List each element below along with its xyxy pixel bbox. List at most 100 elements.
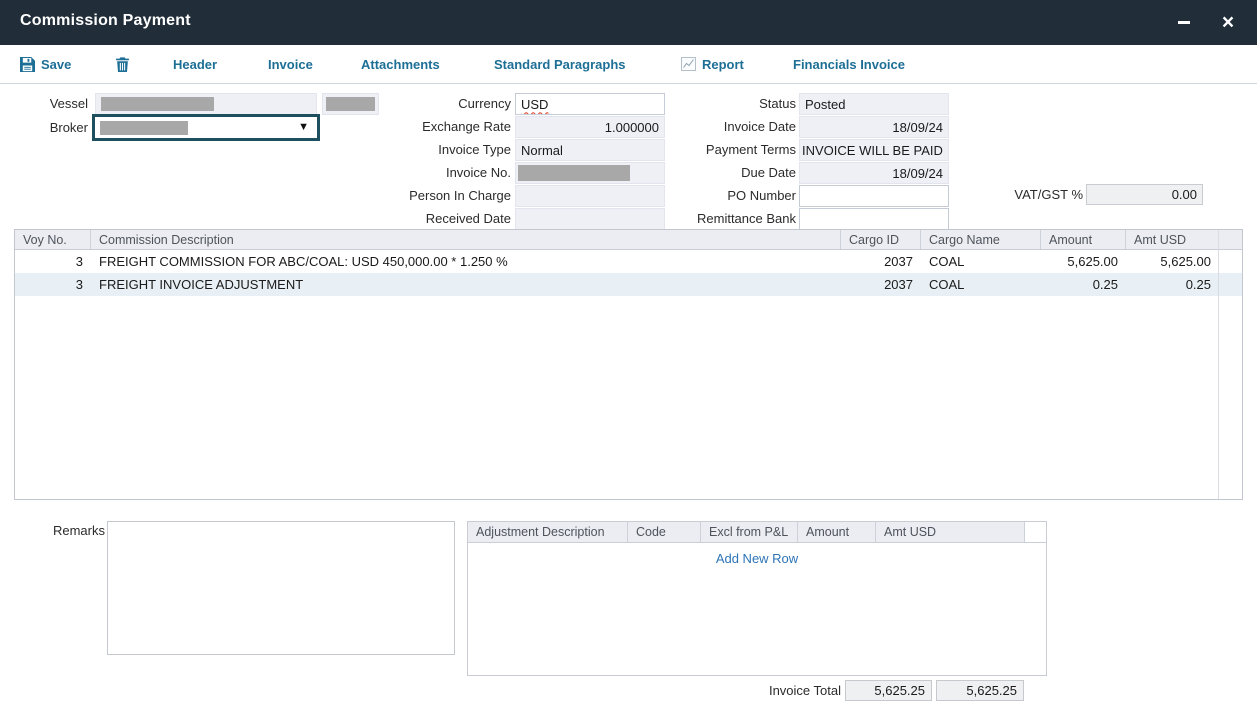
standard-paragraphs-label: Standard Paragraphs — [494, 57, 626, 72]
remarks-label: Remarks — [30, 521, 105, 541]
report-label: Report — [702, 57, 744, 72]
invoice-type-field[interactable]: Normal — [515, 139, 665, 161]
vat-gst-label: VAT/GST % — [943, 184, 1083, 206]
adjustments-table: Adjustment Description Code Excl from P&… — [467, 521, 1047, 676]
vessel-label: Vessel — [8, 93, 88, 115]
cell-amount: 0.25 — [1041, 277, 1126, 292]
po-number-label: PO Number — [646, 185, 796, 207]
column-header-cargo-name[interactable]: Cargo Name — [921, 230, 1041, 249]
cell-amt-usd: 0.25 — [1126, 277, 1219, 292]
column-header-commission-description[interactable]: Commission Description — [91, 230, 841, 249]
payment-terms-value: INVOICE WILL BE PAID — [802, 143, 943, 158]
header-label: Header — [173, 57, 217, 72]
due-date-label: Due Date — [646, 162, 796, 184]
column-header-amt-usd[interactable]: Amt USD — [1126, 230, 1219, 249]
broker-label: Broker — [8, 117, 88, 139]
save-label: Save — [41, 57, 71, 72]
financials-invoice-button[interactable]: Financials Invoice — [793, 45, 905, 83]
payment-terms-field[interactable]: INVOICE WILL BE PAID — [799, 139, 949, 161]
po-number-field[interactable] — [799, 185, 949, 207]
titlebar: Commission Payment × — [0, 0, 1257, 45]
trash-icon — [116, 57, 129, 72]
invoice-button[interactable]: Invoice — [268, 45, 313, 83]
broker-dropdown[interactable]: ▼ — [92, 114, 320, 141]
invoice-date-field[interactable]: 18/09/24 — [799, 116, 949, 138]
due-date-field[interactable]: 18/09/24 — [799, 162, 949, 184]
attachments-button[interactable]: Attachments — [361, 45, 440, 83]
financials-invoice-label: Financials Invoice — [793, 57, 905, 72]
invoice-total-amount: 5,625.25 — [845, 680, 932, 701]
cell-amt-usd: 5,625.00 — [1126, 254, 1219, 269]
save-button[interactable]: Save — [20, 45, 71, 83]
invoice-total-amt-usd: 5,625.25 — [936, 680, 1024, 701]
currency-field[interactable]: USD — [515, 93, 665, 115]
minimize-icon — [1178, 21, 1190, 24]
cell-cargo-name: COAL — [921, 254, 1041, 269]
adjustments-table-header: Adjustment Description Code Excl from P&… — [468, 522, 1046, 543]
status-field[interactable]: Posted — [799, 93, 949, 115]
scrollbar-gutter-divider — [1218, 230, 1219, 499]
invoice-type-label: Invoice Type — [361, 139, 511, 161]
table-row[interactable]: 3 FREIGHT COMMISSION FOR ABC/COAL: USD 4… — [15, 250, 1242, 273]
invoice-no-label: Invoice No. — [361, 162, 511, 184]
column-header-adj-amount[interactable]: Amount — [798, 522, 876, 542]
standard-paragraphs-button[interactable]: Standard Paragraphs — [494, 45, 626, 83]
toolbar: Save Header Invoice Attachments Standard… — [0, 45, 1257, 84]
cell-voy-no: 3 — [15, 277, 91, 292]
cell-commission-description: FREIGHT INVOICE ADJUSTMENT — [91, 277, 841, 292]
status-value: Posted — [805, 97, 845, 112]
invoice-total-label: Invoice Total — [701, 680, 841, 701]
cell-cargo-id: 2037 — [841, 254, 921, 269]
redacted-value — [518, 165, 630, 181]
column-header-amount[interactable]: Amount — [1041, 230, 1126, 249]
invoice-type-value: Normal — [521, 143, 563, 158]
cell-commission-description: FREIGHT COMMISSION FOR ABC/COAL: USD 450… — [91, 254, 841, 269]
chevron-down-icon: ▼ — [298, 121, 309, 133]
cell-cargo-id: 2037 — [841, 277, 921, 292]
payment-terms-label: Payment Terms — [646, 139, 796, 161]
vat-gst-value: 0.00 — [1172, 187, 1197, 202]
commission-payment-window: Commission Payment × Save Header Invoice… — [0, 0, 1257, 713]
column-header-code[interactable]: Code — [628, 522, 701, 542]
close-icon: × — [1222, 12, 1234, 33]
invoice-total-amt-usd-value: 5,625.25 — [966, 683, 1017, 698]
add-new-row-link[interactable]: Add New Row — [468, 551, 1046, 566]
received-date-field[interactable] — [515, 208, 665, 230]
invoice-label: Invoice — [268, 57, 313, 72]
column-header-adj-amt-usd[interactable]: Amt USD — [876, 522, 1025, 542]
vat-gst-field[interactable]: 0.00 — [1086, 184, 1203, 205]
column-header-voy-no[interactable]: Voy No. — [15, 230, 91, 249]
cell-cargo-name: COAL — [921, 277, 1041, 292]
remittance-bank-label: Remittance Bank — [646, 208, 796, 230]
column-header-filler — [1025, 522, 1046, 542]
window-title: Commission Payment — [20, 12, 191, 30]
column-header-excl-from-pl[interactable]: Excl from P&L — [701, 522, 798, 542]
cell-voy-no: 3 — [15, 254, 91, 269]
remarks-textarea[interactable] — [107, 521, 455, 655]
table-row[interactable]: 3 FREIGHT INVOICE ADJUSTMENT 2037 COAL 0… — [15, 273, 1242, 296]
person-in-charge-label: Person In Charge — [361, 185, 511, 207]
close-button[interactable]: × — [1207, 0, 1249, 45]
redacted-value — [101, 97, 214, 111]
invoice-no-field[interactable] — [515, 162, 665, 184]
commission-lines-table: Voy No. Commission Description Cargo ID … — [14, 229, 1243, 500]
currency-value: USD — [521, 97, 548, 112]
report-button[interactable]: Report — [681, 45, 744, 83]
column-header-adjustment-description[interactable]: Adjustment Description — [468, 522, 628, 542]
commission-table-header: Voy No. Commission Description Cargo ID … — [15, 230, 1242, 250]
vessel-field[interactable] — [95, 93, 317, 115]
header-button[interactable]: Header — [173, 45, 217, 83]
exchange-rate-field[interactable]: 1.000000 — [515, 116, 665, 138]
minimize-button[interactable] — [1163, 0, 1205, 45]
column-header-cargo-id[interactable]: Cargo ID — [841, 230, 921, 249]
save-icon — [20, 57, 35, 72]
report-chart-icon — [681, 57, 696, 71]
redacted-value — [100, 121, 188, 135]
remittance-bank-field[interactable] — [799, 208, 949, 230]
attachments-label: Attachments — [361, 57, 440, 72]
person-in-charge-field[interactable] — [515, 185, 665, 207]
invoice-date-value: 18/09/24 — [892, 120, 943, 135]
currency-label: Currency — [361, 93, 511, 115]
column-header-filler — [1219, 230, 1242, 249]
delete-button[interactable] — [116, 45, 129, 83]
